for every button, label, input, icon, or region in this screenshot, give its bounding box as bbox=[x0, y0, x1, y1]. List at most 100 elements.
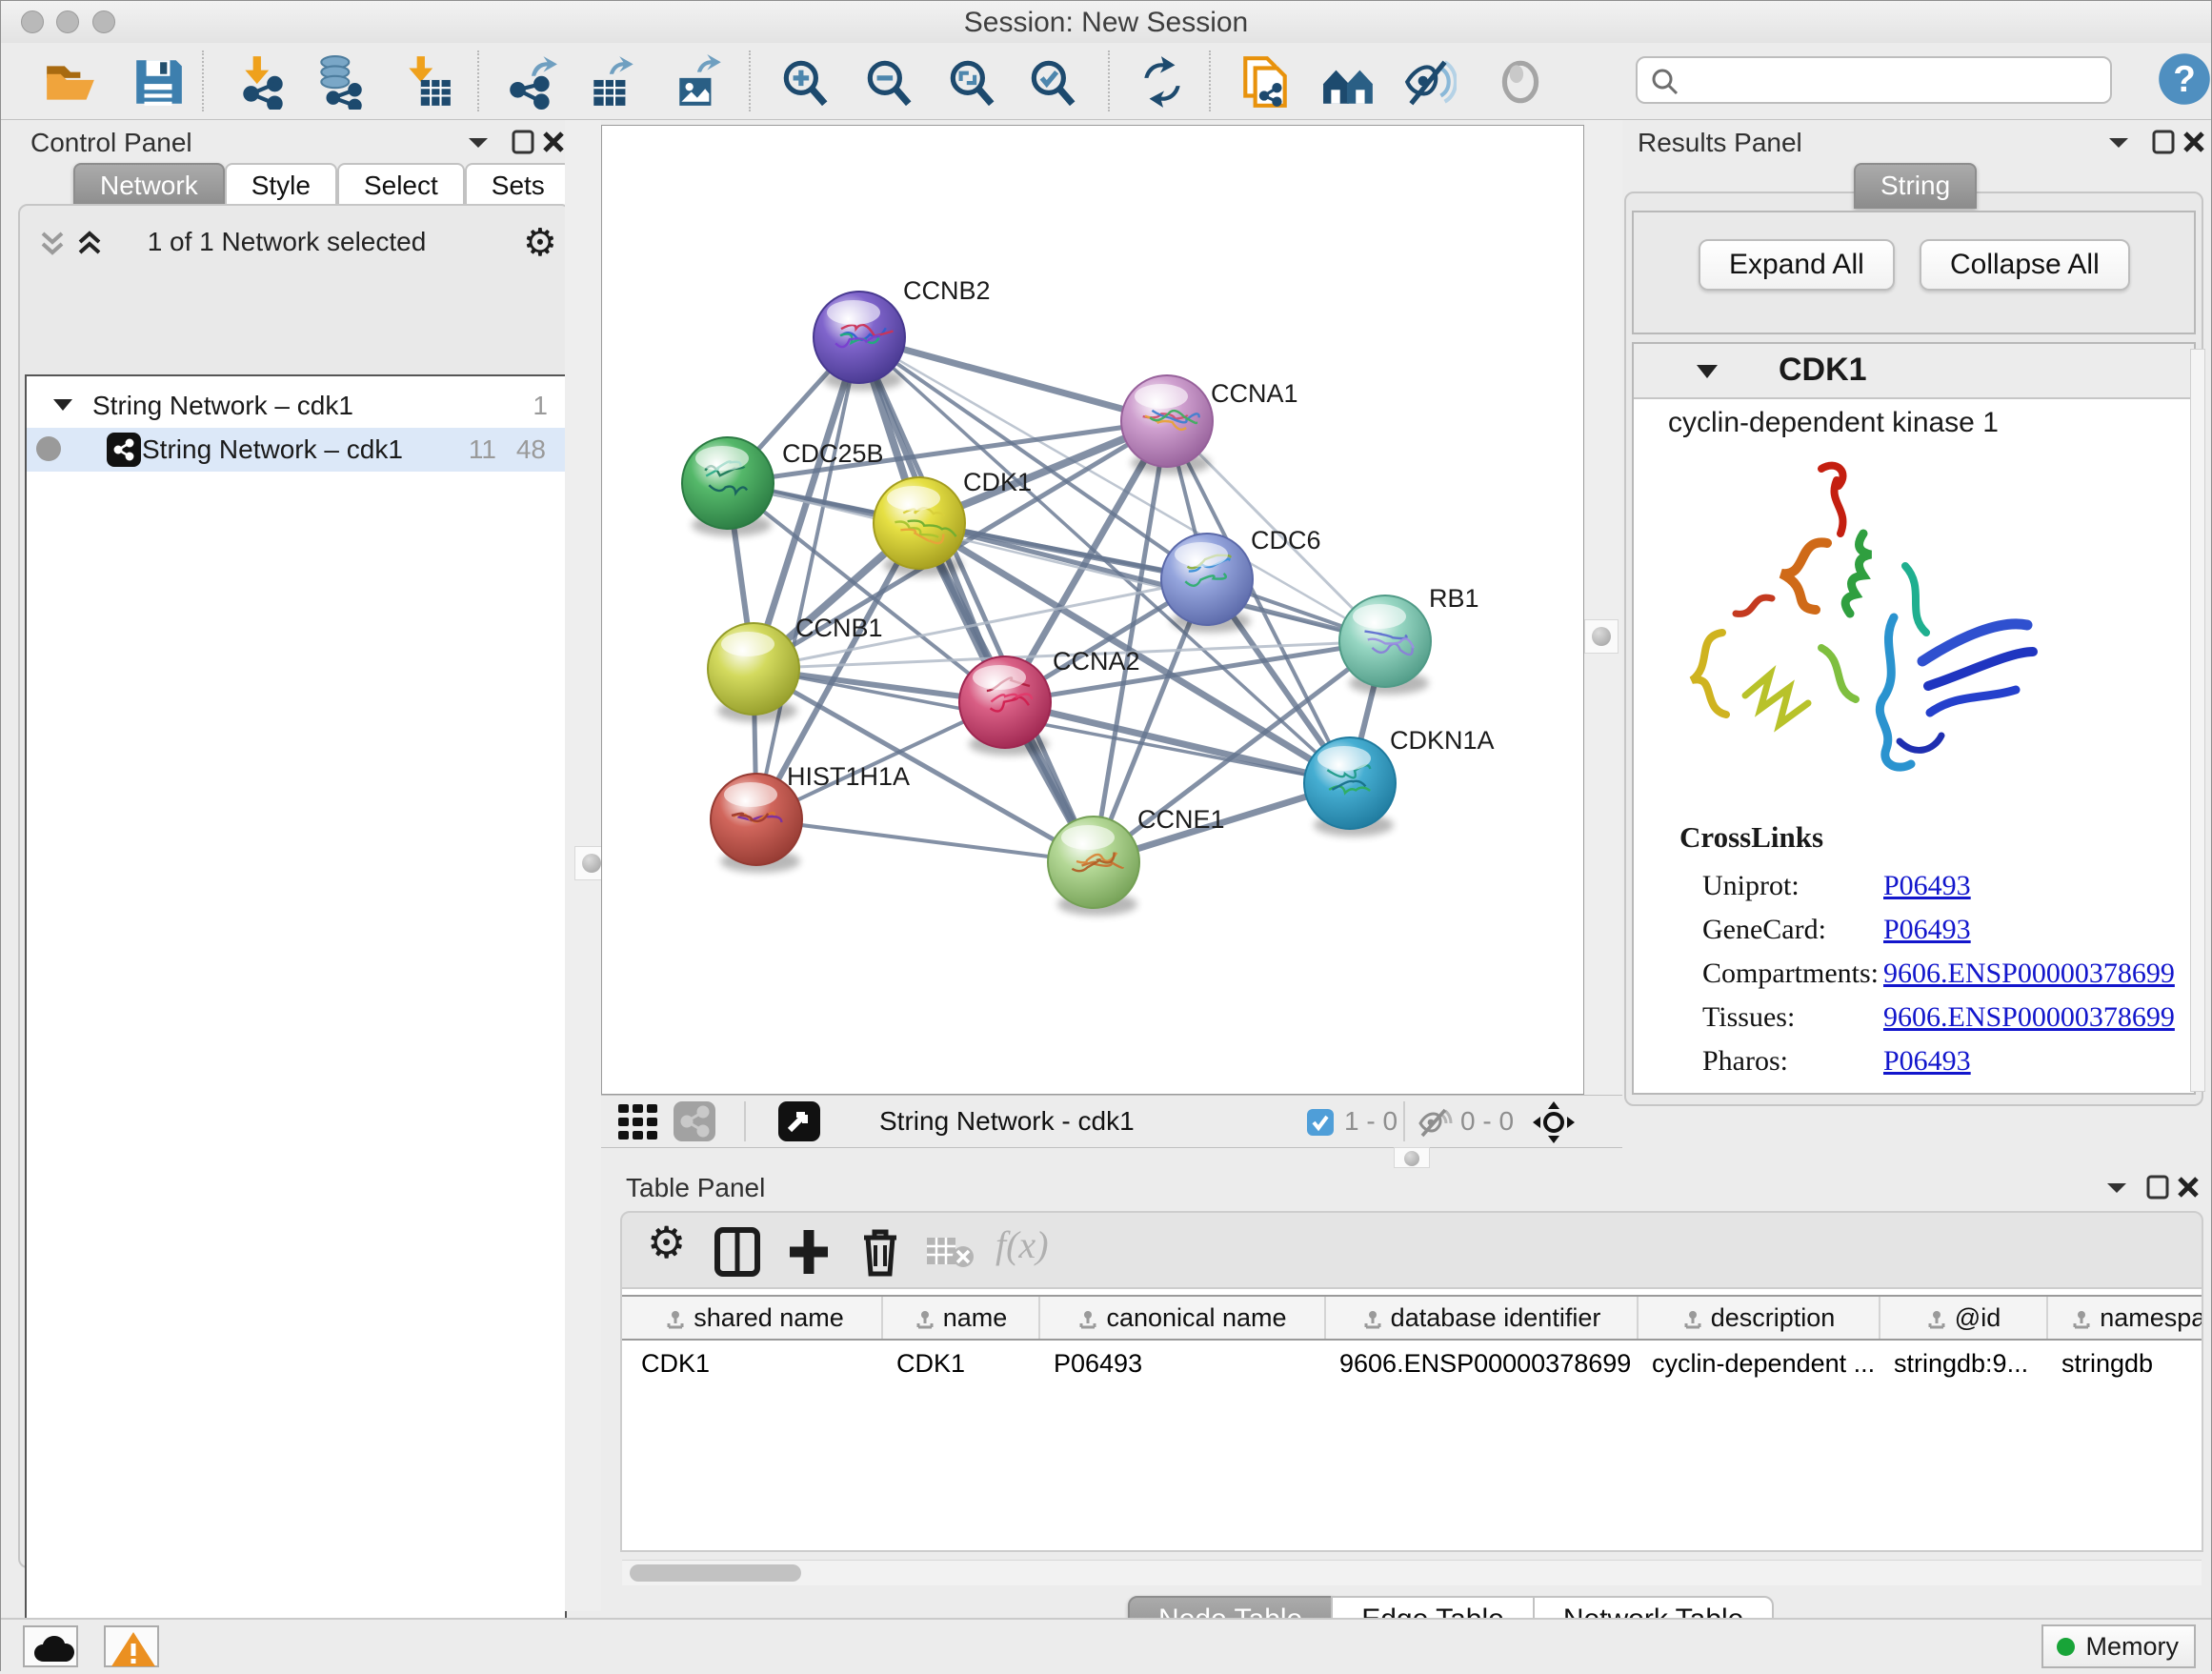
expand-all-button[interactable]: Expand All bbox=[1699, 239, 1895, 291]
network-options-gear-icon[interactable]: ⚙ bbox=[523, 221, 557, 265]
zoom-selected-icon[interactable] bbox=[1025, 54, 1080, 110]
panel-menu-icon[interactable] bbox=[466, 133, 491, 157]
export-image-icon[interactable] bbox=[672, 54, 727, 110]
table-header-row[interactable]: shared namenamecanonical namedatabase id… bbox=[622, 1295, 2202, 1341]
table-cell[interactable]: stringdb:9... bbox=[1880, 1344, 2048, 1382]
search-icon bbox=[1649, 66, 1681, 103]
network-node-HIST1H1A[interactable]: HIST1H1A bbox=[711, 762, 910, 873]
gene-section-header[interactable]: CDK1 bbox=[1634, 344, 2194, 399]
panel-close-icon[interactable] bbox=[2177, 1175, 2200, 1204]
refresh-icon[interactable] bbox=[1135, 54, 1190, 110]
network-node-CCNB2[interactable]: CCNB2 bbox=[814, 276, 991, 391]
column-header-canonical-name[interactable]: canonical name bbox=[1040, 1297, 1326, 1339]
results-vertical-scrollbar[interactable] bbox=[2190, 349, 2205, 1092]
delete-column-icon[interactable] bbox=[858, 1226, 902, 1282]
column-header-namespace[interactable]: namespace bbox=[2048, 1297, 2203, 1339]
table-cell[interactable]: CDK1 bbox=[628, 1344, 883, 1382]
search-input[interactable] bbox=[1691, 62, 2104, 100]
zoom-in-icon[interactable] bbox=[777, 54, 833, 110]
collapse-all-button[interactable]: Collapse All bbox=[1920, 239, 2130, 291]
tab-sets[interactable]: Sets bbox=[465, 163, 572, 209]
panel-close-icon[interactable] bbox=[542, 130, 565, 159]
panel-float-icon[interactable] bbox=[2152, 130, 2175, 159]
crosslink-link[interactable]: P06493 bbox=[1883, 870, 1971, 902]
clone-network-icon[interactable] bbox=[1237, 54, 1293, 110]
network-node-CDC25B[interactable]: CDC25B bbox=[682, 437, 884, 536]
table-cell[interactable]: 9606.ENSP00000378699 bbox=[1326, 1344, 1639, 1382]
panel-menu-icon[interactable] bbox=[2104, 1179, 2129, 1202]
column-header-shared-name[interactable]: shared name bbox=[628, 1297, 883, 1339]
panel-menu-icon[interactable] bbox=[2106, 133, 2131, 157]
import-network-icon[interactable] bbox=[235, 54, 291, 110]
warning-button[interactable] bbox=[104, 1625, 159, 1667]
network-edge[interactable] bbox=[756, 819, 1094, 862]
save-session-icon[interactable] bbox=[131, 54, 186, 110]
string-home-icon[interactable] bbox=[1321, 54, 1377, 110]
table-cell[interactable]: CDK1 bbox=[883, 1344, 1040, 1382]
crosslink-row: Uniprot:P06493 bbox=[1634, 870, 2167, 914]
open-session-icon[interactable] bbox=[43, 54, 98, 110]
add-column-icon[interactable] bbox=[786, 1226, 832, 1282]
tab-string[interactable]: String bbox=[1854, 163, 1977, 209]
import-table-icon[interactable] bbox=[399, 54, 454, 110]
network-node-RB1[interactable]: RB1 bbox=[1339, 584, 1479, 695]
grid-view-icon[interactable] bbox=[618, 1104, 660, 1145]
column-header-@id[interactable]: @id bbox=[1880, 1297, 2048, 1339]
column-header-description[interactable]: description bbox=[1639, 1297, 1880, 1339]
table-cell[interactable]: cyclin-dependent ... bbox=[1639, 1344, 1880, 1382]
panel-close-icon[interactable] bbox=[2182, 130, 2205, 159]
node-table[interactable]: shared namenamecanonical namedatabase id… bbox=[620, 1289, 2203, 1552]
results-panel-title: Results Panel bbox=[1638, 128, 1802, 158]
birds-eye-view-icon[interactable] bbox=[778, 1101, 820, 1141]
table-cell[interactable]: stringdb bbox=[2048, 1344, 2203, 1382]
network-collection-row[interactable]: String Network – cdk1 1 bbox=[27, 384, 565, 428]
crosslink-link[interactable]: 9606.ENSP00000378699 bbox=[1883, 1001, 2175, 1034]
right-splitter-handle[interactable] bbox=[1584, 619, 1619, 654]
network-node-CCNB1[interactable]: CCNB1 bbox=[708, 614, 883, 722]
table-horizontal-scrollbar[interactable] bbox=[622, 1560, 2202, 1585]
node-label-CCNB2: CCNB2 bbox=[903, 276, 991, 305]
results-buttons-box: Expand All Collapse All bbox=[1632, 211, 2196, 334]
network-edge[interactable] bbox=[756, 337, 859, 819]
zoom-out-icon[interactable] bbox=[861, 54, 916, 110]
network-canvas[interactable]: CCNB2CCNA1CDC25BCDK1CDC6RB1CCNB1CCNA2CDK… bbox=[601, 125, 1584, 1095]
attribute-icon bbox=[1362, 1309, 1383, 1330]
show-columns-icon[interactable] bbox=[714, 1226, 761, 1282]
column-header-database-identifier[interactable]: database identifier bbox=[1326, 1297, 1639, 1339]
table-settings-gear-icon[interactable]: ⚙ bbox=[647, 1217, 686, 1268]
memory-button[interactable]: Memory bbox=[2041, 1624, 2196, 1668]
network-node-CDKN1A[interactable]: CDKN1A bbox=[1304, 726, 1495, 837]
network-node-CDK1[interactable]: CDK1 bbox=[874, 468, 1032, 576]
node-label-CDK1: CDK1 bbox=[963, 468, 1032, 496]
tab-style[interactable]: Style bbox=[225, 163, 337, 209]
crosslink-link[interactable]: 9606.ENSP00000378699 bbox=[1883, 958, 2175, 990]
export-table-icon[interactable] bbox=[586, 54, 641, 110]
table-cell[interactable]: P06493 bbox=[1040, 1344, 1326, 1382]
fit-selected-crosshair-icon[interactable] bbox=[1533, 1101, 1575, 1148]
help-icon[interactable]: ? bbox=[2156, 50, 2211, 106]
panel-float-icon[interactable] bbox=[512, 130, 534, 159]
tab-select[interactable]: Select bbox=[337, 163, 465, 209]
show-enhanced-labels-icon[interactable] bbox=[1493, 54, 1548, 110]
network-row[interactable]: String Network – cdk1 11 48 bbox=[27, 428, 565, 472]
network-node-CCNE1[interactable]: CCNE1 bbox=[1048, 805, 1225, 916]
crosslink-link[interactable]: P06493 bbox=[1883, 1045, 1971, 1078]
bottom-splitter-handle[interactable] bbox=[1394, 1147, 1430, 1168]
column-header-name[interactable]: name bbox=[883, 1297, 1040, 1339]
separator bbox=[744, 1101, 746, 1141]
scrollbar-thumb[interactable] bbox=[630, 1564, 801, 1582]
network-graph[interactable]: CCNB2CCNA1CDC25BCDK1CDC6RB1CCNB1CCNA2CDK… bbox=[602, 126, 1583, 1094]
export-network-icon[interactable] bbox=[504, 54, 559, 110]
crosslink-link[interactable]: P06493 bbox=[1883, 914, 1971, 946]
zoom-fit-icon[interactable] bbox=[944, 54, 999, 110]
section-collapse-icon[interactable] bbox=[1693, 361, 1721, 387]
network-view-mode-icon[interactable] bbox=[674, 1101, 715, 1141]
selected-checkbox-icon[interactable] bbox=[1306, 1108, 1335, 1141]
network-tree: String Network – cdk1 1 String Network –… bbox=[25, 374, 567, 1668]
cloud-button[interactable] bbox=[23, 1625, 78, 1667]
network-node-CCNA1[interactable]: CCNA1 bbox=[1121, 375, 1298, 474]
panel-float-icon[interactable] bbox=[2146, 1175, 2169, 1204]
hide-glass-effect-icon[interactable] bbox=[1401, 54, 1457, 110]
import-network-from-database-icon[interactable] bbox=[313, 54, 369, 110]
tab-network[interactable]: Network bbox=[73, 163, 225, 209]
